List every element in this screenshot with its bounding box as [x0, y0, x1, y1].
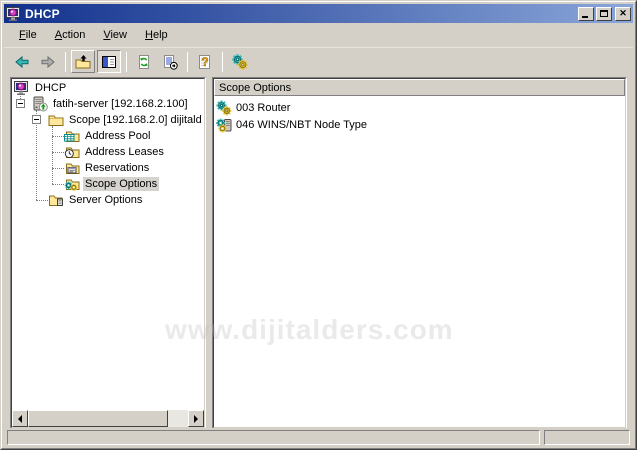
gears-icon [232, 54, 248, 70]
address-pool-icon [64, 128, 80, 144]
scrollbar-thumb[interactable] [28, 410, 168, 427]
help-icon: ? [197, 54, 213, 70]
tree-item-label: Address Pool [83, 129, 152, 143]
folder-icon [48, 112, 64, 128]
console-tree-pane: DHCP fatih-server [192.168.2. [10, 77, 206, 429]
list-item-wins-nbt-node-type[interactable]: 046 WINS/NBT Node Type [214, 116, 625, 133]
up-one-level-button[interactable] [71, 50, 95, 73]
menu-action[interactable]: Action [46, 26, 95, 44]
console-tree: DHCP fatih-server [192.168.2. [12, 79, 204, 410]
list-item-label: 046 WINS/NBT Node Type [234, 118, 369, 132]
scope-options-icon [64, 176, 80, 192]
svg-text:?: ? [201, 55, 208, 69]
show-hide-console-tree-button[interactable] [97, 50, 121, 73]
toolbar-separator [65, 52, 66, 72]
toolbar-separator [126, 52, 127, 72]
menu-help[interactable]: Help [136, 26, 177, 44]
arrow-left-icon [14, 54, 30, 70]
scroll-left-button[interactable] [12, 410, 28, 427]
list-item-label: 003 Router [234, 101, 292, 115]
tree-item-label: Scope Options [83, 177, 159, 191]
tree-item-address-pool[interactable]: Address Pool [12, 128, 204, 144]
gears-icon [216, 100, 232, 116]
tree-item-label: Address Leases [83, 145, 166, 159]
toolbar-separator [222, 52, 223, 72]
scrollbar-track[interactable] [168, 410, 188, 427]
scope-options-list: 003 Router [214, 96, 625, 427]
list-item-router[interactable]: 003 Router [214, 99, 625, 116]
scroll-left-icon [14, 415, 22, 423]
tree-horizontal-scrollbar[interactable] [12, 410, 204, 427]
close-button[interactable]: ✕ [615, 7, 631, 21]
tree-item-label: Scope [192.168.2.0] dijitald [67, 113, 204, 127]
folder-up-icon [75, 54, 91, 70]
forward-button[interactable] [36, 50, 60, 73]
tree-item-scope[interactable]: Scope [192.168.2.0] dijitald [12, 112, 204, 128]
status-panel-right [544, 430, 630, 445]
maximize-button[interactable] [596, 7, 612, 21]
dhcp-app-icon [6, 6, 22, 22]
collapse-toggle[interactable] [32, 115, 41, 124]
arrow-right-icon [40, 54, 56, 70]
tree-item-label: Reservations [83, 161, 151, 175]
title-bar: DHCP ✕ [4, 4, 633, 23]
maximize-icon [600, 10, 608, 17]
export-list-icon [162, 54, 178, 70]
toolbar: ? [4, 47, 633, 75]
tree-item-label: DHCP [33, 81, 68, 95]
tree-item-scope-options[interactable]: Scope Options [12, 176, 204, 192]
server-icon [32, 96, 48, 112]
export-list-button[interactable] [158, 50, 182, 73]
help-button[interactable]: ? [193, 50, 217, 73]
tree-item-address-leases[interactable]: Address Leases [12, 144, 204, 160]
dhcp-console-icon [14, 80, 30, 96]
dhcp-window: DHCP ✕ File Action View Help [0, 0, 637, 450]
minimize-icon [582, 16, 588, 18]
status-panel-left [7, 430, 540, 445]
tree-item-label: fatih-server [192.168.2.100] [51, 97, 190, 111]
server-options-icon [48, 192, 64, 208]
results-pane: Scope Options [212, 77, 627, 429]
address-leases-icon [64, 144, 80, 160]
refresh-button[interactable] [132, 50, 156, 73]
scroll-right-icon [194, 415, 202, 423]
refresh-icon [136, 54, 152, 70]
tree-item-server-options[interactable]: Server Options [12, 192, 204, 208]
tree-item-reservations[interactable]: Reservations [12, 160, 204, 176]
main-area: DHCP fatih-server [192.168.2. [4, 75, 633, 431]
reservations-icon [64, 160, 80, 176]
tree-item-server[interactable]: fatih-server [192.168.2.100] [12, 96, 204, 112]
scroll-right-button[interactable] [188, 410, 204, 427]
gears-server-icon [216, 117, 232, 133]
menu-file[interactable]: File [10, 26, 46, 44]
toolbar-separator [187, 52, 188, 72]
window-title: DHCP [25, 7, 576, 21]
minimize-button[interactable] [578, 7, 594, 21]
options-action-button[interactable] [228, 50, 252, 73]
console-tree-icon [101, 54, 117, 70]
menu-view[interactable]: View [94, 26, 136, 44]
status-bar [4, 428, 633, 446]
collapse-toggle[interactable] [16, 99, 25, 108]
close-icon: ✕ [619, 9, 627, 18]
window-frame: DHCP ✕ File Action View Help [1, 1, 636, 449]
column-header-scope-options[interactable]: Scope Options [214, 79, 625, 96]
menu-bar: File Action View Help [4, 23, 633, 47]
tree-item-label: Server Options [67, 193, 144, 207]
back-button[interactable] [10, 50, 34, 73]
tree-item-dhcp[interactable]: DHCP [12, 80, 204, 96]
